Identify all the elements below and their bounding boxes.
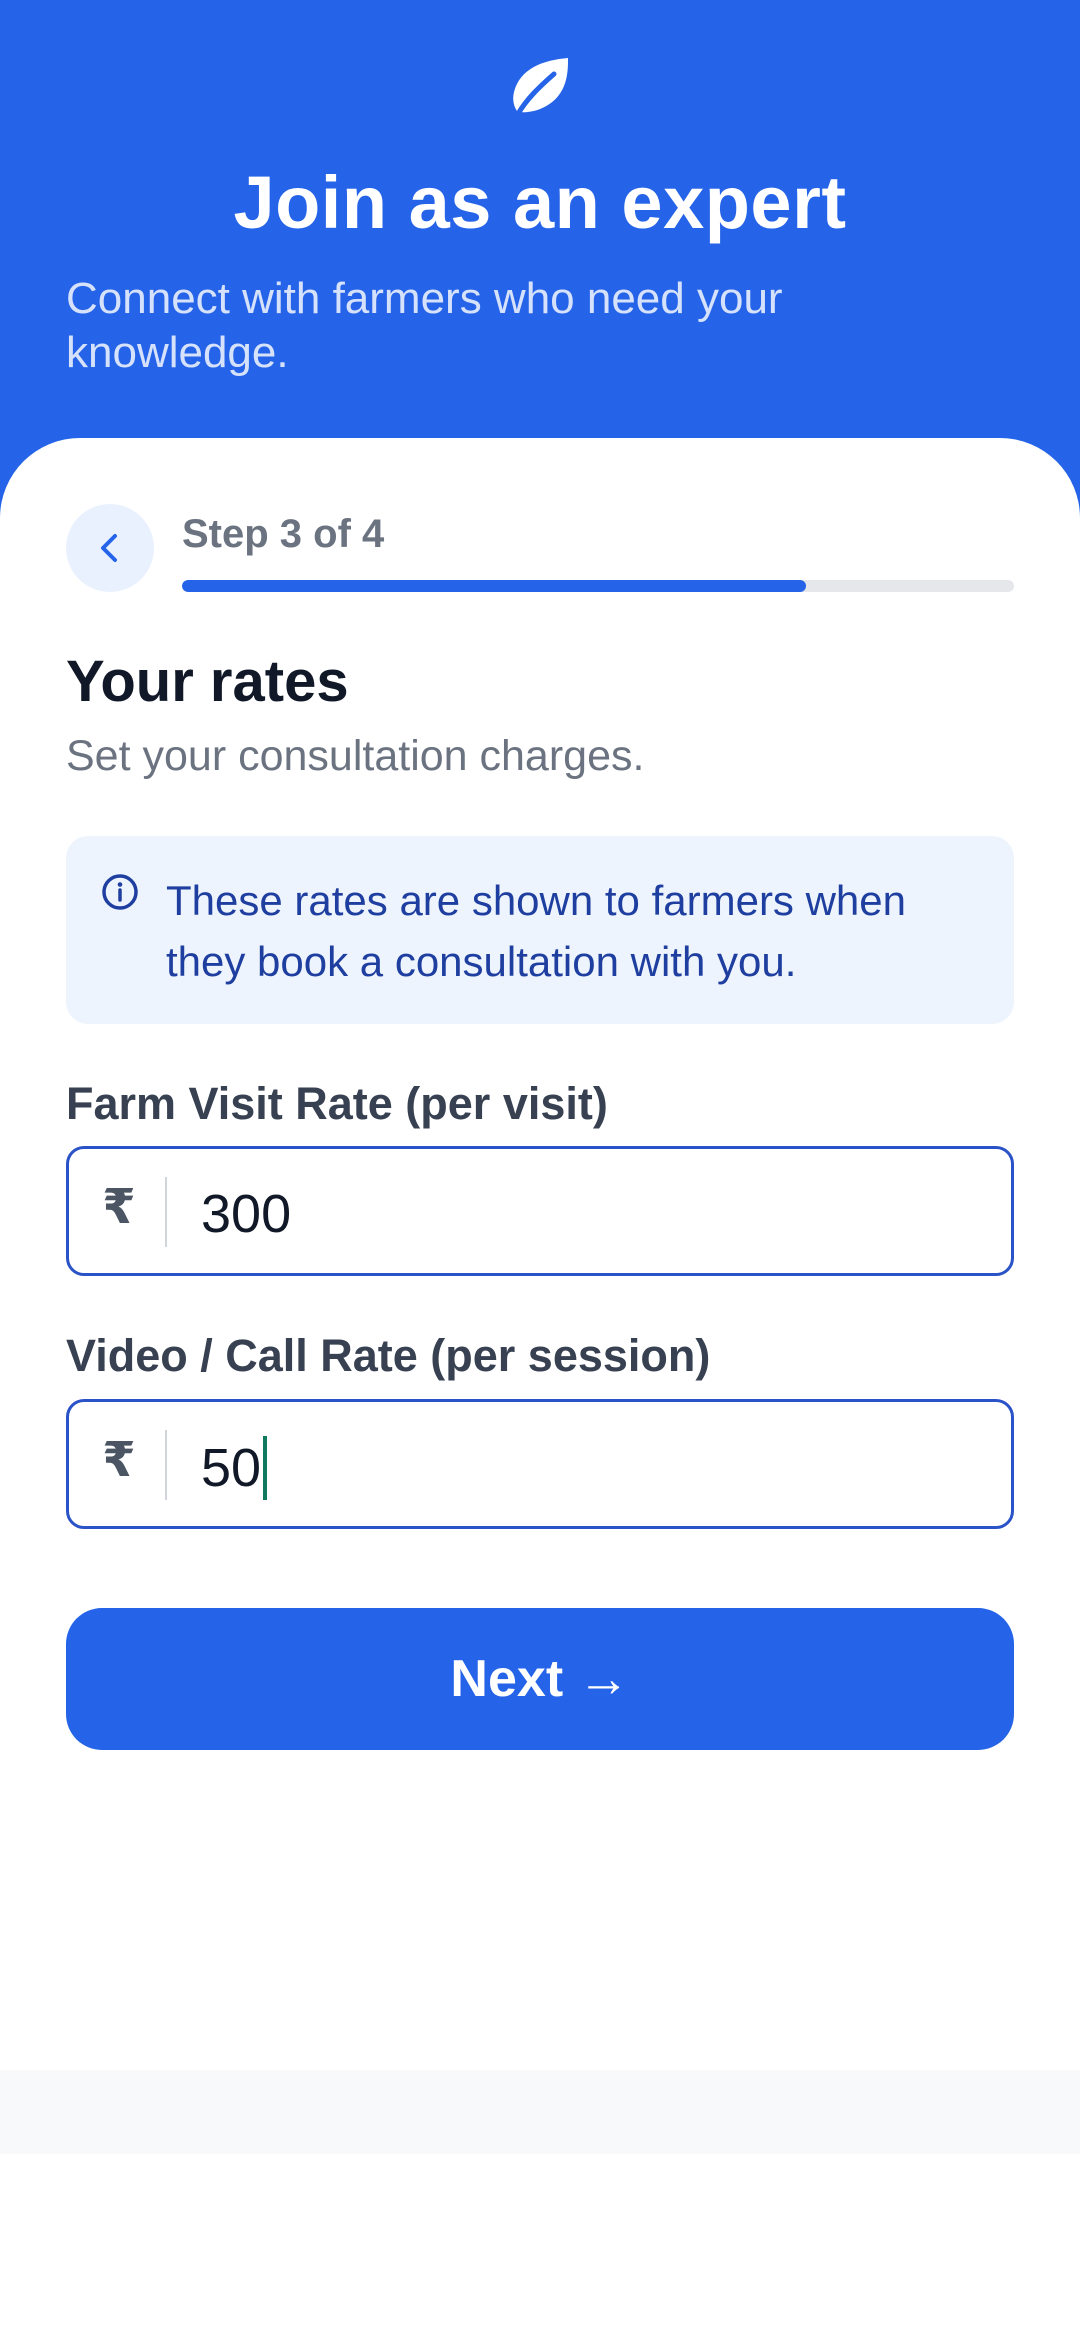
field-divider: [165, 1430, 167, 1500]
video-call-rate-label: Video / Call Rate (per session): [66, 1330, 711, 1381]
page-subtitle: Connect with farmers who need your knowl…: [66, 274, 783, 377]
video-call-rate-input[interactable]: ₹ 50: [66, 1399, 1014, 1529]
step-indicator: Step 3 of 4: [182, 512, 385, 556]
chevron-left-icon: [101, 534, 117, 562]
section-title: Your rates: [66, 649, 349, 714]
leaf-icon: [513, 58, 568, 117]
video-call-rate-text: 50: [201, 1438, 262, 1498]
info-icon: [102, 874, 138, 910]
progress-fill: [182, 580, 806, 592]
progress-bar: [182, 580, 1014, 592]
farm-visit-rate-value: 300: [201, 1183, 291, 1245]
bottom-bar: [0, 2070, 1080, 2154]
page-title: Join as an expert: [233, 161, 847, 244]
info-banner: These rates are shown to farmers when th…: [66, 836, 1014, 1024]
info-text: These rates are shown to farmers when th…: [166, 877, 907, 985]
field-divider: [165, 1177, 167, 1247]
farm-visit-rate-text: 300: [201, 1184, 292, 1244]
text-cursor: [263, 1436, 268, 1500]
rupee-icon: ₹: [102, 1179, 136, 1235]
back-button[interactable]: [66, 504, 154, 592]
video-call-rate-value: 50: [201, 1436, 268, 1500]
section-subtitle: Set your consultation charges.: [66, 732, 645, 780]
rupee-icon: ₹: [102, 1432, 136, 1488]
next-button[interactable]: Next →: [66, 1608, 1014, 1750]
expert-signup-screen: Join as an expert Connect with farmers w…: [0, 0, 1080, 2340]
farm-visit-rate-label: Farm Visit Rate (per visit): [66, 1078, 608, 1129]
farm-visit-rate-input[interactable]: ₹ 300: [66, 1146, 1014, 1276]
